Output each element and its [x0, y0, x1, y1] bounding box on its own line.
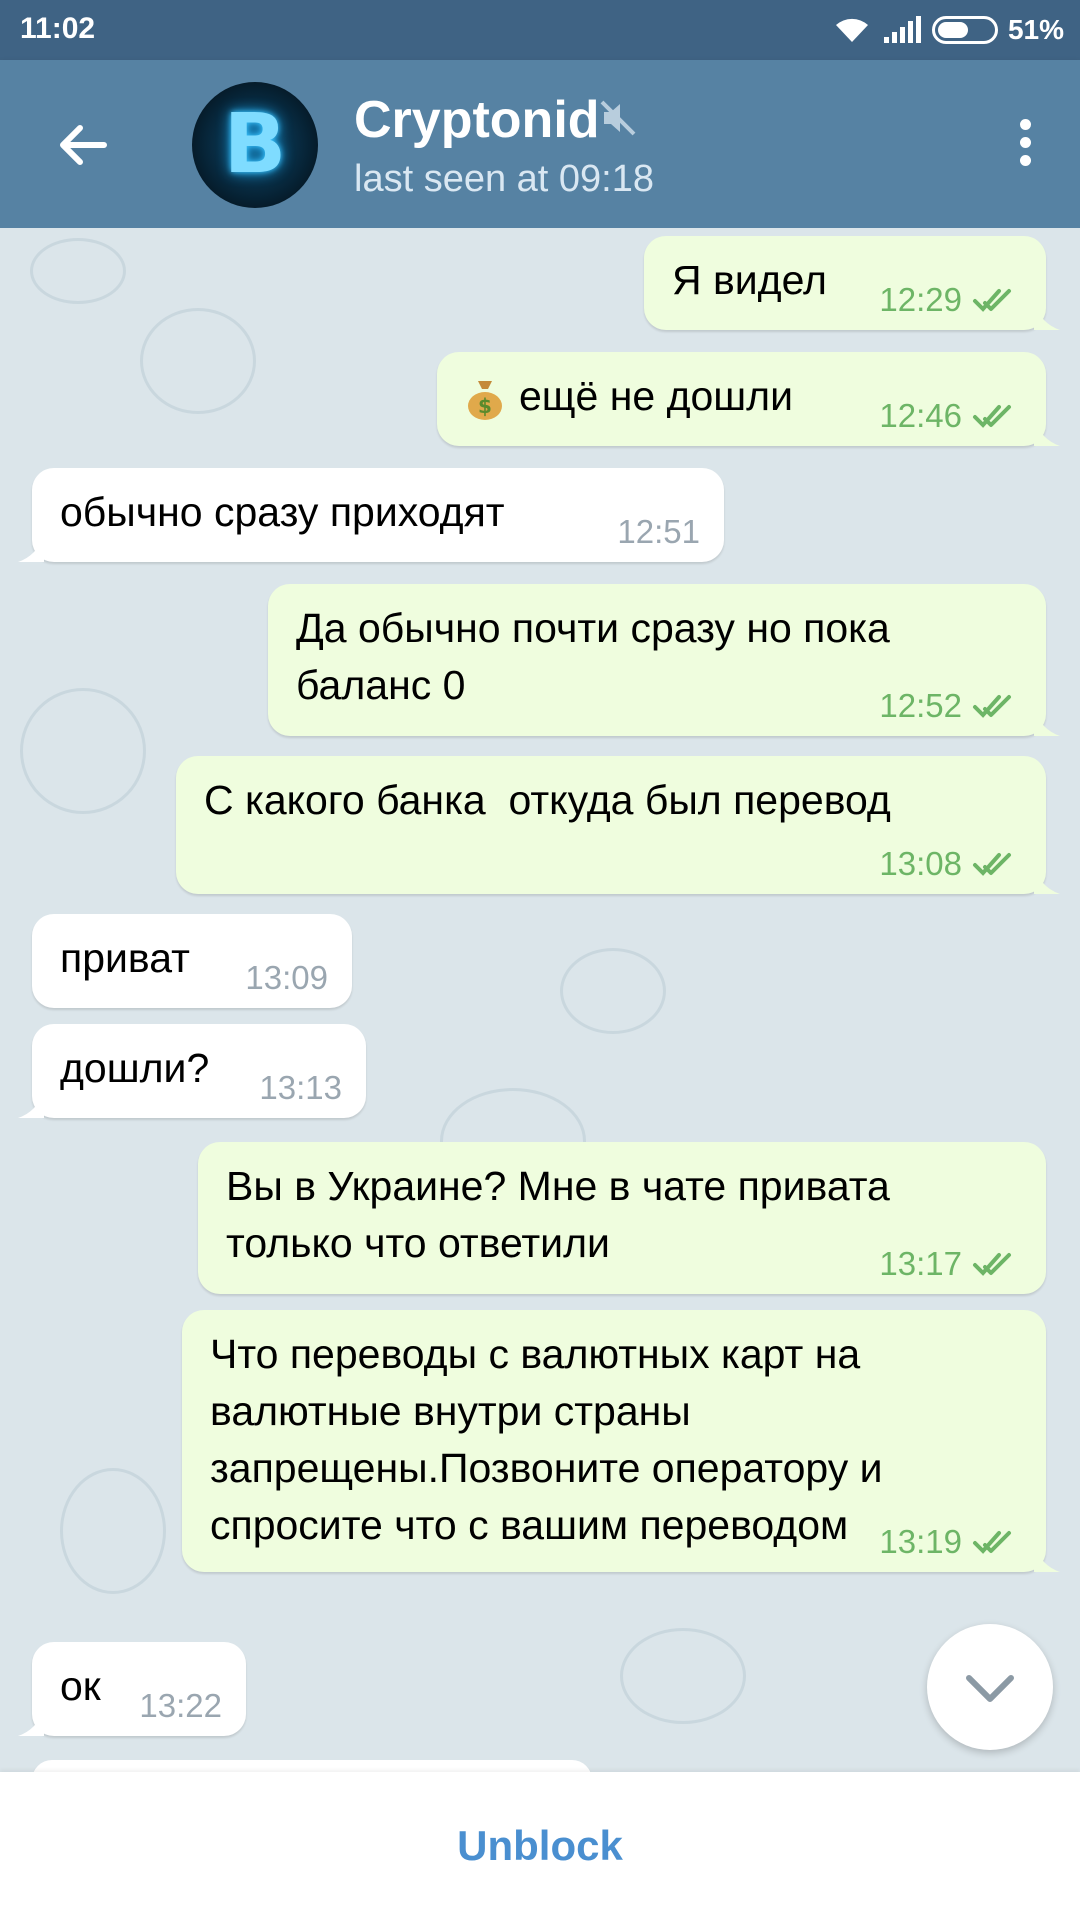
- message-text: приват: [60, 935, 190, 981]
- message-bubble-outgoing[interactable]: Что переводы с валютных карт на валютные…: [182, 1310, 1060, 1572]
- message-time: 12:52: [879, 687, 962, 724]
- bottom-bar: Unblock: [0, 1772, 1080, 1920]
- message-bubble-incoming[interactable]: приват 13:09: [32, 914, 352, 1008]
- money-bag-icon: $: [468, 381, 502, 421]
- avatar-glyph: B: [223, 97, 287, 192]
- chevron-down-icon: [966, 1675, 1014, 1702]
- bubble-tail: [18, 536, 44, 562]
- unblock-button[interactable]: Unblock: [0, 1772, 1080, 1920]
- message-bubble-outgoing[interactable]: С какого банка откуда был перевод 13:08: [176, 756, 1060, 894]
- double-check-icon: [973, 695, 1011, 718]
- message-meta: 12:52: [879, 688, 1022, 724]
- chat-header: B Cryptonid last seen at 09:18: [0, 60, 1080, 228]
- message-meta: 13:22: [139, 1688, 222, 1724]
- message-text-line: запрещены.Позвоните оператору и: [210, 1445, 883, 1491]
- message-meta: 13:19: [879, 1524, 1022, 1560]
- bubble-tail: [18, 1710, 44, 1736]
- message-meta: 13:09: [245, 960, 328, 996]
- message-time: 13:08: [879, 845, 962, 882]
- wifi-icon: [835, 18, 868, 42]
- status-bar: 11:02 51%: [0, 0, 1080, 60]
- bubble-tail: [1034, 868, 1060, 894]
- svg-text:$: $: [478, 394, 492, 418]
- message-meta: 12:46: [879, 398, 1022, 434]
- message-time: 13:13: [259, 1069, 342, 1106]
- message-text: Я видел: [672, 257, 827, 303]
- double-check-icon: [973, 1253, 1011, 1276]
- message-text: С какого банка откуда был перевод: [204, 777, 891, 823]
- message-time: 12:29: [879, 281, 962, 318]
- message-text: ок: [60, 1663, 101, 1709]
- message-text-line: валютные внутри страны: [210, 1388, 691, 1434]
- wallpaper-doodle: [20, 688, 146, 814]
- message-text-line: баланс 0: [296, 662, 466, 708]
- battery-percent: 51%: [1007, 14, 1064, 45]
- double-check-icon: [973, 853, 1011, 876]
- mute-icon: [600, 100, 636, 136]
- bubble-tail: [1034, 1546, 1060, 1572]
- message-meta: 13:08: [879, 846, 1022, 882]
- message-time: 13:09: [245, 959, 328, 996]
- double-check-icon: [973, 405, 1011, 428]
- message-bubble-incoming[interactable]: обычно сразу приходят 12:51: [18, 468, 724, 562]
- bubble-tail: [1034, 710, 1060, 736]
- message-time: 13:19: [879, 1523, 962, 1560]
- chat-area[interactable]: Я видел 12:29 $ ещё не дошли 12:46 обычн…: [0, 228, 1080, 1772]
- double-check-icon: [973, 289, 1011, 312]
- message-text-line: Вы в Украине? Мне в чате привата: [226, 1163, 890, 1209]
- message-text-line: Что переводы с валютных карт на: [210, 1331, 861, 1377]
- bubble-tail: [18, 1092, 44, 1118]
- last-seen-status: last seen at 09:18: [354, 158, 654, 200]
- message-meta: 12:29: [879, 282, 1022, 318]
- message-bubble-incoming-partial[interactable]: [32, 1760, 592, 1772]
- message-bubble-outgoing[interactable]: Да обычно почти сразу но пока баланс 0 1…: [268, 584, 1060, 736]
- back-arrow-icon[interactable]: [50, 112, 116, 178]
- scroll-down-button[interactable]: [927, 1624, 1053, 1750]
- status-time: 11:02: [20, 12, 96, 45]
- avatar[interactable]: B: [192, 82, 318, 208]
- wallpaper-doodle: [30, 238, 126, 304]
- message-bubble-incoming[interactable]: дошли? 13:13: [18, 1024, 366, 1118]
- message-bubble-incoming[interactable]: ок 13:22: [18, 1642, 246, 1736]
- message-time: 12:51: [617, 513, 700, 550]
- battery-icon: [931, 16, 998, 44]
- message-time: 13:22: [139, 1687, 222, 1724]
- bubble-tail: [1034, 304, 1060, 330]
- message-time: 13:17: [879, 1245, 962, 1282]
- message-time: 12:46: [879, 397, 962, 434]
- wallpaper-doodle: [140, 308, 256, 414]
- message-text: дошли?: [60, 1045, 210, 1091]
- signal-icon: [883, 16, 921, 43]
- wallpaper-doodle: [560, 948, 666, 1034]
- bubble-tail: [1034, 420, 1060, 446]
- wallpaper-doodle: [60, 1468, 166, 1594]
- message-text-line: только что ответили: [226, 1220, 610, 1266]
- message-meta: 13:17: [879, 1246, 1022, 1282]
- chat-title[interactable]: Cryptonid: [354, 90, 600, 150]
- more-menu-icon[interactable]: [1010, 114, 1040, 174]
- message-meta: 13:13: [259, 1070, 342, 1106]
- message-text-line: Да обычно почти сразу но пока: [296, 605, 890, 651]
- double-check-icon: [973, 1531, 1011, 1554]
- status-icons: 51%: [832, 10, 1064, 50]
- message-text: обычно сразу приходят: [60, 489, 505, 535]
- message-bubble-outgoing[interactable]: Я видел 12:29: [644, 236, 1060, 330]
- message-text: ещё не дошли: [519, 373, 794, 419]
- wallpaper-doodle: [620, 1628, 746, 1724]
- message-bubble-outgoing[interactable]: $ ещё не дошли 12:46: [437, 352, 1060, 446]
- message-bubble-outgoing[interactable]: Вы в Украине? Мне в чате привата только …: [198, 1142, 1046, 1294]
- message-meta: 12:51: [617, 514, 700, 550]
- message-text-line: спросите что с вашим переводом: [210, 1502, 849, 1548]
